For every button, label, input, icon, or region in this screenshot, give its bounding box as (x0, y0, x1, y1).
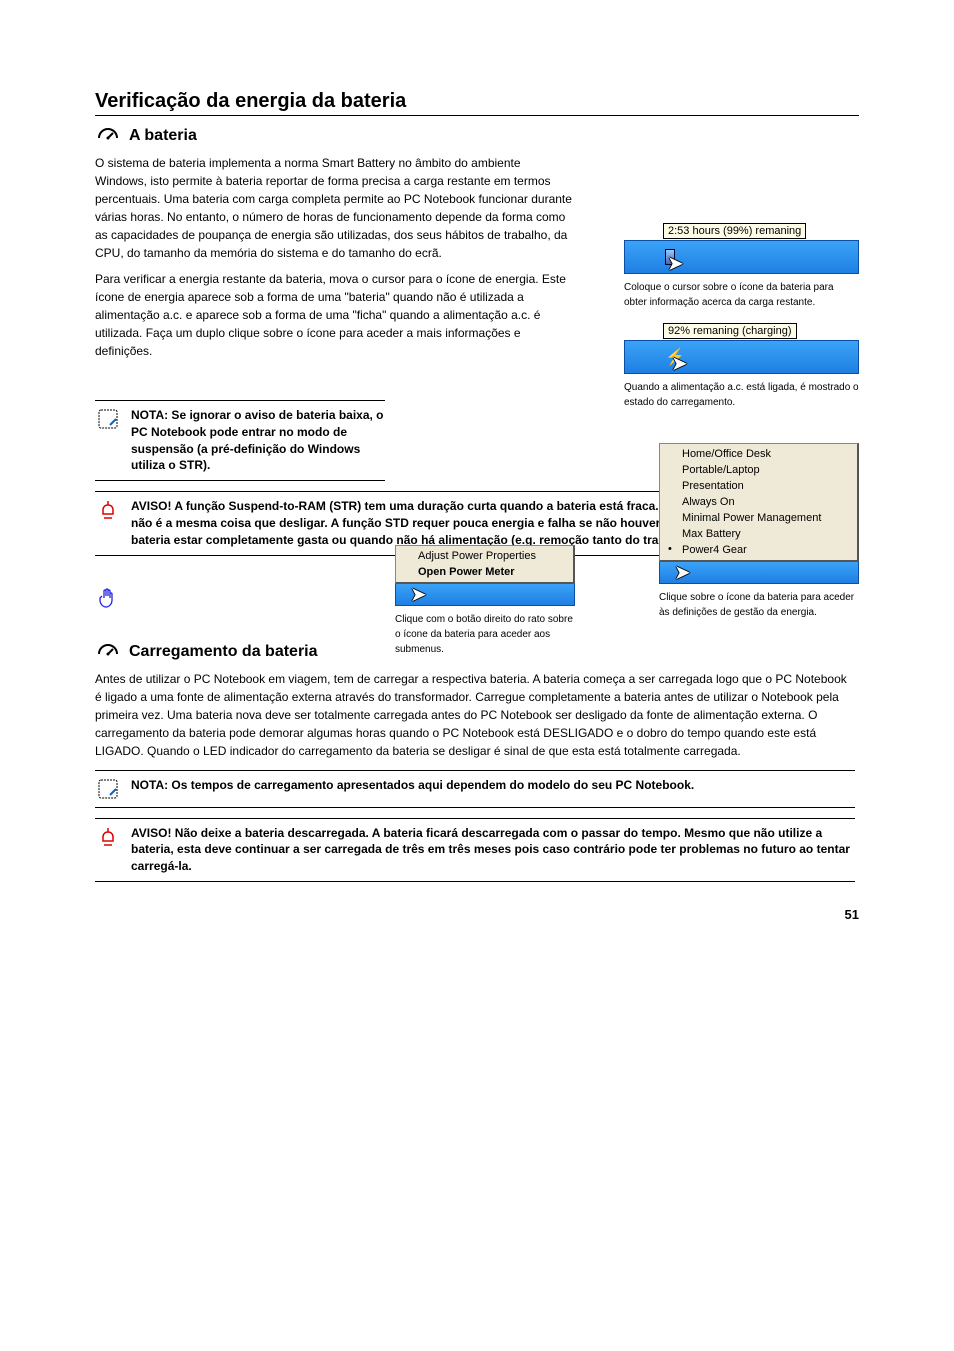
charging-p1: Antes de utilizar o PC Notebook em viage… (95, 670, 855, 760)
menu-item-open-meter[interactable]: Open Power Meter (396, 564, 573, 580)
menu-item-power4gear[interactable]: Power4 Gear (660, 542, 857, 558)
caption-4: Clique com o botão direito do rato sobre… (395, 612, 575, 657)
menu-item-adjust[interactable]: Adjust Power Properties (396, 548, 573, 564)
menu-item-portable[interactable]: Portable/Laptop (660, 462, 857, 478)
subtitle-battery: A bateria (129, 127, 197, 145)
note-charge-times: NOTA: Os tempos de carregamento apresent… (95, 770, 855, 808)
intro-p1: O sistema de bateria implementa a norma … (95, 154, 575, 262)
screenshot-charging-tooltip: ⚡ 92% remaning (charging) ➤ Quando a ali… (624, 340, 859, 418)
plug-icon: ⚡ (665, 347, 685, 367)
caption-3: Clique sobre o ícone da bateria para ace… (659, 590, 859, 620)
menu-item-presentation[interactable]: Presentation (660, 478, 857, 494)
gauge-icon (95, 124, 121, 148)
menu-item-home[interactable]: Home/Office Desk (660, 446, 857, 462)
page-number: 51 (845, 907, 859, 922)
tooltip-remaining: 2:53 hours (99%) remaning (663, 223, 806, 239)
cursor-icon: ➤ (674, 560, 691, 585)
hand-icon (95, 586, 121, 610)
context-menu-right: Home/Office Desk Portable/Laptop Present… (659, 443, 859, 562)
screenshot-rightclick-menu: Adjust Power Properties Open Power Meter… (395, 545, 575, 665)
note-suspend: NOTA: Se ignorar o aviso de bateria baix… (95, 400, 385, 481)
battery-icon (665, 249, 675, 265)
warning-icon (95, 498, 121, 522)
note-text-1: NOTA: Se ignorar o aviso de bateria baix… (131, 407, 385, 474)
warning-discharge: AVISO! Não deixe a bateria descarregada.… (95, 818, 855, 882)
page-title: Verificação da energia da bateria (95, 90, 859, 113)
note-text-3: NOTA: Os tempos de carregamento apresent… (131, 777, 694, 794)
context-menu-left: Adjust Power Properties Open Power Meter (395, 545, 575, 584)
menu-item-max-battery[interactable]: Max Battery (660, 526, 857, 542)
page: 2:53 hours (99%) remaning ➤ Coloque o cu… (0, 0, 954, 952)
note-icon (95, 407, 121, 431)
subtitle-row: A bateria (95, 124, 859, 148)
screenshot-battery-tooltip: 2:53 hours (99%) remaning ➤ Coloque o cu… (624, 240, 859, 318)
note-icon (95, 777, 121, 801)
menu-item-always-on[interactable]: Always On (660, 494, 857, 510)
warning-text-4: AVISO! Não deixe a bateria descarregada.… (131, 825, 855, 875)
caption-2: Quando a alimentação a.c. está ligada, é… (624, 380, 859, 410)
charging-title: Carregamento da bateria (129, 643, 318, 661)
screenshot-click-menu: Home/Office Desk Portable/Laptop Present… (659, 443, 859, 628)
intro-p2: Para verificar a energia restante da bat… (95, 270, 575, 360)
caption-1: Coloque o cursor sobre o ícone da bateri… (624, 280, 859, 310)
section-header: Verificação da energia da bateria (95, 90, 859, 116)
warning-icon (95, 825, 121, 849)
tooltip-charging: 92% remaning (charging) (663, 323, 797, 339)
cursor-icon: ➤ (410, 582, 427, 607)
menu-item-minimal[interactable]: Minimal Power Management (660, 510, 857, 526)
gauge-icon (95, 640, 121, 664)
